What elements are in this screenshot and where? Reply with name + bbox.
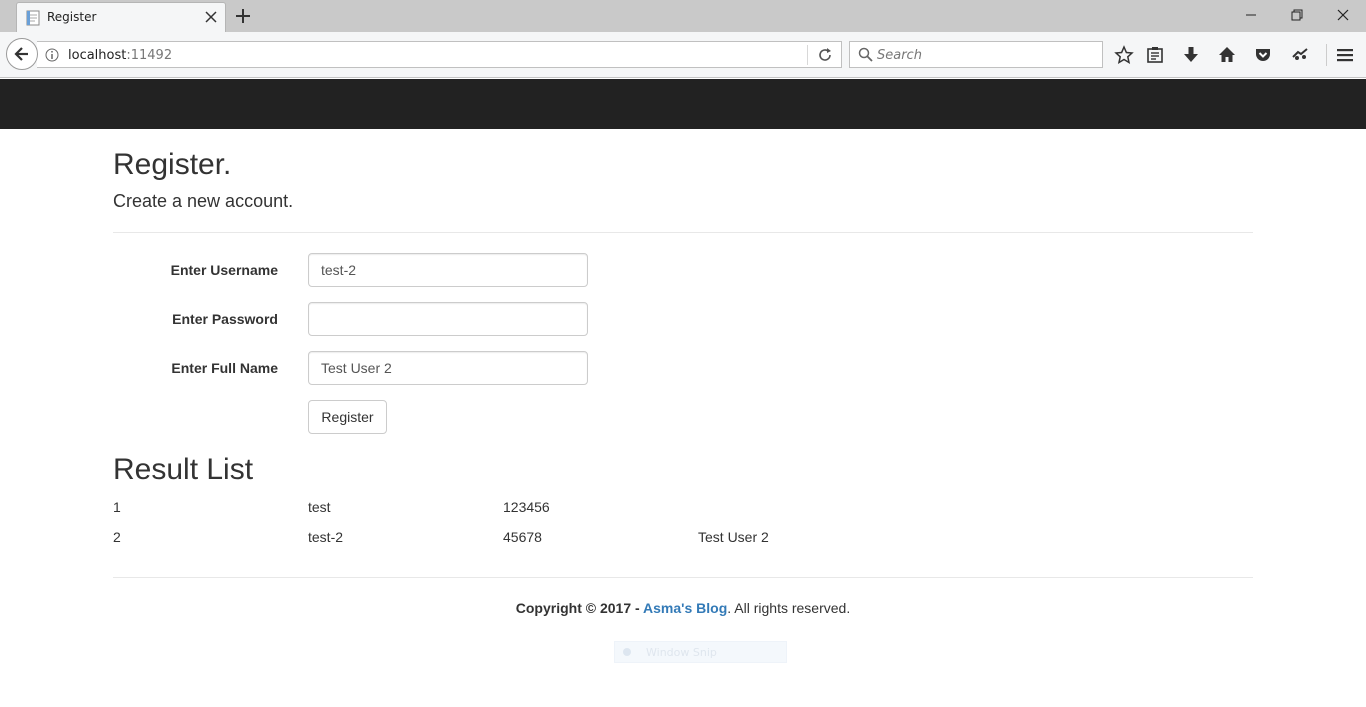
search-placeholder: Search: [877, 48, 922, 63]
snip-label: Window Snip: [646, 646, 717, 659]
extension-icon[interactable]: [1290, 45, 1310, 65]
page-subtitle: Create a new account.: [113, 191, 294, 211]
download-icon[interactable]: [1181, 45, 1201, 65]
window-snip-overlay: Window Snip: [614, 641, 787, 663]
row-username: test: [308, 499, 331, 515]
username-label: Enter Username: [170, 262, 278, 278]
username-input[interactable]: [308, 253, 588, 287]
minimize-icon[interactable]: [1241, 6, 1261, 24]
browser-tab-bar: Register: [0, 0, 1366, 32]
url-host: localhost: [68, 48, 127, 63]
site-navbar: [0, 79, 1366, 129]
back-arrow-icon: [14, 47, 28, 61]
reload-icon[interactable]: [817, 47, 833, 63]
password-label: Enter Password: [172, 311, 278, 327]
url-separator: [807, 45, 808, 65]
row-id: 1: [113, 499, 121, 515]
register-button[interactable]: Register: [308, 400, 387, 434]
info-icon[interactable]: [45, 48, 59, 62]
home-icon[interactable]: [1217, 45, 1237, 65]
back-button[interactable]: [6, 38, 38, 70]
row-username: test-2: [308, 529, 344, 545]
snip-icon: [623, 648, 631, 656]
url-port: :11492: [126, 48, 173, 63]
menu-icon[interactable]: [1335, 45, 1355, 65]
close-tab-icon[interactable]: [203, 9, 219, 25]
bookmark-star-icon[interactable]: [1114, 45, 1134, 65]
row-id: 2: [113, 529, 121, 545]
close-window-icon[interactable]: [1333, 6, 1353, 24]
blog-link[interactable]: Asma's Blog: [643, 600, 727, 616]
result-list-title: Result List: [113, 453, 254, 486]
toolbar-separator: [1326, 44, 1327, 66]
pocket-icon[interactable]: [1253, 45, 1273, 65]
copyright-text: Copyright © 2017 -: [515, 600, 644, 616]
footer: Copyright © 2017 - Asma's Blog. All righ…: [0, 600, 1366, 616]
browser-tab[interactable]: Register: [16, 2, 226, 32]
fullname-label: Enter Full Name: [171, 360, 278, 376]
search-bar[interactable]: Search: [849, 41, 1103, 68]
search-icon: [858, 47, 873, 62]
url-text[interactable]: localhost:11492: [68, 48, 172, 63]
row-password: 123456: [503, 499, 550, 515]
url-bar[interactable]: localhost:11492: [37, 41, 842, 68]
row-password: 45678: [503, 529, 542, 545]
new-tab-icon[interactable]: [234, 7, 252, 25]
row-fullname: Test User 2: [698, 529, 769, 545]
page-icon: [26, 10, 40, 26]
rights-text: . All rights reserved.: [727, 600, 851, 616]
reading-list-icon[interactable]: [1145, 45, 1165, 65]
footer-divider: [113, 577, 1253, 578]
fullname-input[interactable]: [308, 351, 588, 385]
page-title: Register.: [113, 148, 232, 181]
header-divider: [113, 232, 1253, 233]
tab-title: Register: [47, 10, 97, 24]
password-input[interactable]: [308, 302, 588, 336]
restore-icon[interactable]: [1287, 6, 1307, 24]
